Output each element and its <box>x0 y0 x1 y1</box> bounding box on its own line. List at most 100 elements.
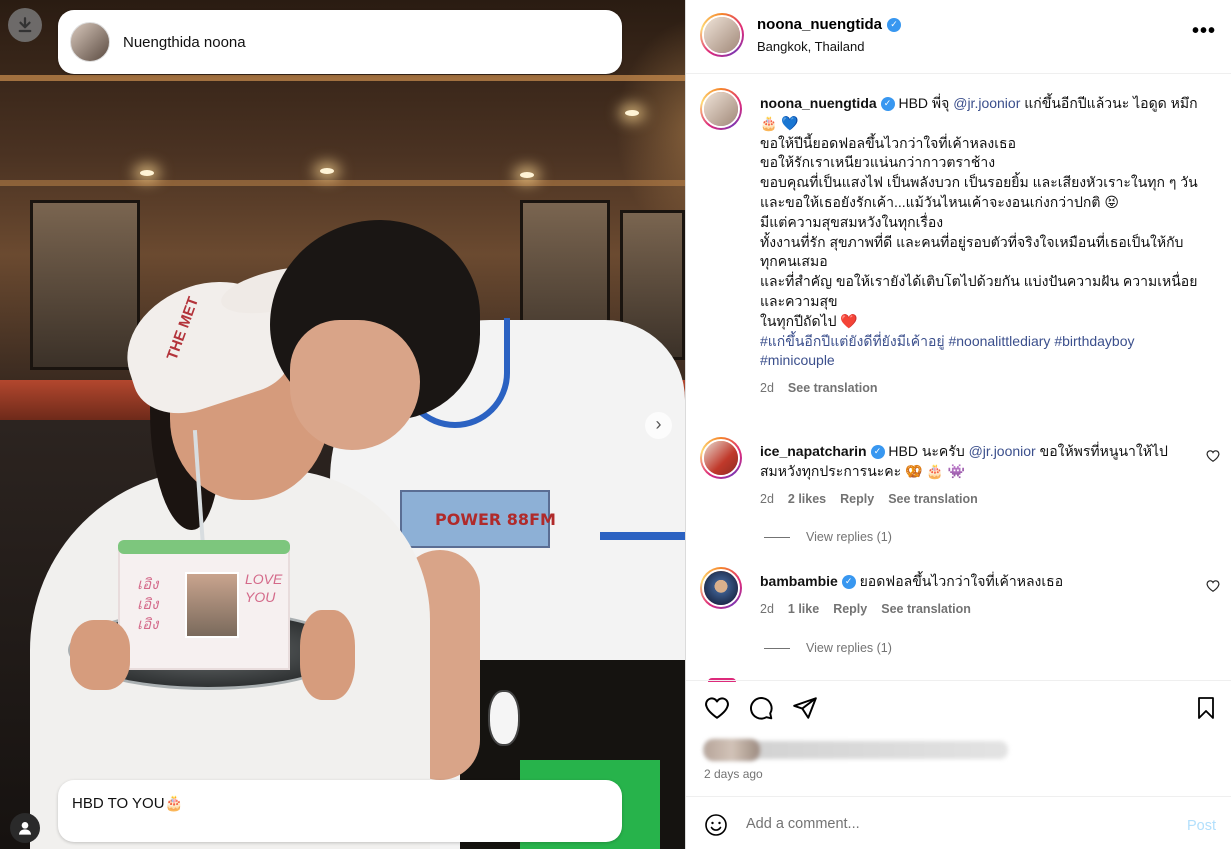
ceiling-lamp <box>520 172 534 178</box>
reply-button[interactable]: Reply <box>833 602 867 616</box>
caption-meta: 2d See translation <box>760 379 1200 399</box>
view-replies-button[interactable]: View replies (1) <box>764 641 892 655</box>
view-replies-button[interactable]: View replies (1) <box>764 530 892 544</box>
view-replies-label: View replies (1) <box>806 641 892 655</box>
caption-line: ขอให้รักเราเหนียวแน่นกว่ากาวตราช้าง <box>760 154 996 171</box>
replies-divider <box>764 536 790 538</box>
like-comment-heart-icon[interactable] <box>1206 449 1220 466</box>
shirt-print-text: POWER 88FM <box>435 510 556 529</box>
background-window <box>30 200 140 370</box>
commenter-avatar[interactable] <box>700 437 742 479</box>
woman-hand <box>70 620 130 690</box>
commenter-username[interactable]: bambambie <box>760 573 838 589</box>
cake-text-right: LOVE YOU <box>245 571 283 605</box>
mention-link[interactable]: @jr.joonior <box>969 443 1036 459</box>
verified-badge-icon: ✓ <box>870 445 885 460</box>
comment-body: bambambie ✓ ยอดฟอลขึ้นไวกว่าใจที่เค้าหลง… <box>760 572 1200 620</box>
replies-divider <box>764 647 790 649</box>
caption-line: และขอให้เธอยังรักเค้า...แม้วันไหนเค้าจะง… <box>760 193 1119 210</box>
hashtag-link[interactable]: #minicouple <box>760 352 835 368</box>
ceiling-lamp <box>140 170 154 176</box>
cake-photo-print <box>185 572 239 638</box>
hashtags: #แก่ขึ้นอีกปีแต่ยังดีที่ยังมีเค้าอยู่ #n… <box>760 332 1200 372</box>
liked-by-avatars-blurred <box>704 739 760 761</box>
author-username-row[interactable]: noona_nuengtida ✓ <box>757 16 901 33</box>
comment-meta: 2d 2 likes Reply See translation <box>760 490 1200 510</box>
save-bookmark-icon[interactable] <box>1194 695 1218 721</box>
download-arrow-icon <box>18 17 32 33</box>
mention-link[interactable]: @jr.joonior <box>953 95 1020 111</box>
see-translation-link[interactable]: See translation <box>888 492 978 506</box>
ceiling-lamp <box>320 168 334 174</box>
ceiling-lamp <box>625 110 639 116</box>
caption-line: ขอให้ปีนี้ยอดฟอลขึ้นไวกว่าใจที่เค้าหลงเธ… <box>760 134 1017 151</box>
commenter-username[interactable]: ice_napatcharin <box>760 443 867 459</box>
caption-line: และที่สำคัญ ขอให้เรายังได้เติบโตไปด้วยกั… <box>760 273 1198 309</box>
emoji-smile-icon[interactable] <box>704 813 728 837</box>
comment-likes[interactable]: 2 likes <box>788 492 826 506</box>
share-send-icon[interactable] <box>792 695 818 721</box>
comment-time[interactable]: 2d <box>760 602 774 616</box>
comment-text-part: HBD นะครับ <box>888 443 965 459</box>
story-name-card[interactable]: Nuengthida noona <box>58 10 622 74</box>
post-panel: noona_nuengtida ✓ Bangkok, Thailand ••• … <box>685 0 1231 849</box>
tagged-users-button[interactable] <box>10 813 40 843</box>
comment-input[interactable] <box>746 809 1146 839</box>
keychain-toy <box>488 690 520 746</box>
woman-hand <box>300 610 355 700</box>
chevron-right-icon: › <box>655 414 662 434</box>
caption-avatar[interactable] <box>700 88 742 130</box>
caption-text: HBD พี่จุ <box>898 95 950 111</box>
caption-line: ขอบคุณที่เป็นแสงไฟ เป็นพลังบวก เป็นรอยยิ… <box>760 174 1198 191</box>
caption-body: noona_nuengtida ✓ HBD พี่จุ @jr.joonior … <box>760 94 1200 399</box>
comment-meta: 2d 1 like Reply See translation <box>760 600 1200 620</box>
author-avatar[interactable] <box>700 13 744 57</box>
comment-bubble-icon[interactable] <box>748 695 774 721</box>
hashtag-link[interactable]: #แก่ขึ้นอีกปีแต่ยังดีที่ยังมีเค้าอยู่ <box>760 333 945 349</box>
caption-line: ทั้งงานที่รัก สุขภาพที่ดี และคนที่อยู่รอ… <box>760 233 1184 270</box>
commenter-avatar[interactable] <box>700 567 742 609</box>
verified-badge-icon: ✓ <box>887 17 901 32</box>
comment-likes[interactable]: 1 like <box>788 602 819 616</box>
comment-time[interactable]: 2d <box>760 492 774 506</box>
next-photo-button[interactable]: › <box>645 412 672 439</box>
ceiling-beam <box>0 180 685 186</box>
post-actions: 2 days ago <box>686 680 1231 796</box>
caption-line: มีแต่ความสุขสมหวังในทุกเรื่อง <box>760 213 944 230</box>
like-comment-heart-icon[interactable] <box>1206 579 1220 596</box>
comment-text-part: ยอดฟอลขึ้นไวกว่าใจที่เค้าหลงเธอ <box>859 573 1064 589</box>
download-button[interactable] <box>8 8 42 42</box>
add-comment-bar: Post <box>686 796 1231 849</box>
post-comment-button[interactable]: Post <box>1187 818 1216 834</box>
caption-username[interactable]: noona_nuengtida <box>760 95 877 111</box>
author-username[interactable]: noona_nuengtida <box>757 16 882 33</box>
hashtag-link[interactable]: #birthdayboy <box>1054 333 1134 349</box>
caption-overlay-card: HBD TO YOU🎂 <box>58 780 622 842</box>
like-heart-icon[interactable] <box>704 695 730 721</box>
see-translation-link[interactable]: See translation <box>788 381 878 395</box>
location[interactable]: Bangkok, Thailand <box>757 39 864 54</box>
see-translation-link[interactable]: See translation <box>881 602 971 616</box>
ceiling-beam <box>0 75 685 81</box>
cake-frosting <box>118 540 290 554</box>
story-name: Nuengthida noona <box>123 33 246 51</box>
user-icon <box>19 822 31 835</box>
caption-line: noona_nuengtida ✓ HBD พี่จุ @jr.joonior … <box>760 94 1200 134</box>
comment-text: ice_napatcharin ✓ HBD นะครับ @jr.joonior… <box>760 442 1200 482</box>
more-horizontal-icon[interactable]: ••• <box>1192 20 1216 43</box>
post-photo[interactable]: POWER 88FM THE MET เอิง เอิง เอิง LOVE Y… <box>0 0 685 849</box>
comment-body: ice_napatcharin ✓ HBD นะครับ @jr.joonior… <box>760 442 1200 509</box>
hashtag-link[interactable]: #noonalittlediary <box>948 333 1050 349</box>
post-header: noona_nuengtida ✓ Bangkok, Thailand ••• <box>686 0 1231 74</box>
cake-text-left: เอิง เอิง เอิง <box>137 576 159 633</box>
caption-line: ในทุกปีถัดไป ❤️ <box>760 312 858 329</box>
verified-badge-icon: ✓ <box>841 575 856 590</box>
post-time-ago[interactable]: 2 days ago <box>704 767 763 781</box>
comment-text: bambambie ✓ ยอดฟอลขึ้นไวกว่าใจที่เค้าหลง… <box>760 572 1200 592</box>
verified-badge-icon: ✓ <box>880 97 895 112</box>
avatar <box>70 22 110 62</box>
man-sleeve <box>600 470 685 540</box>
caption-time[interactable]: 2d <box>760 381 774 395</box>
caption-overlay-text: HBD TO YOU🎂 <box>72 795 184 812</box>
reply-button[interactable]: Reply <box>840 492 874 506</box>
